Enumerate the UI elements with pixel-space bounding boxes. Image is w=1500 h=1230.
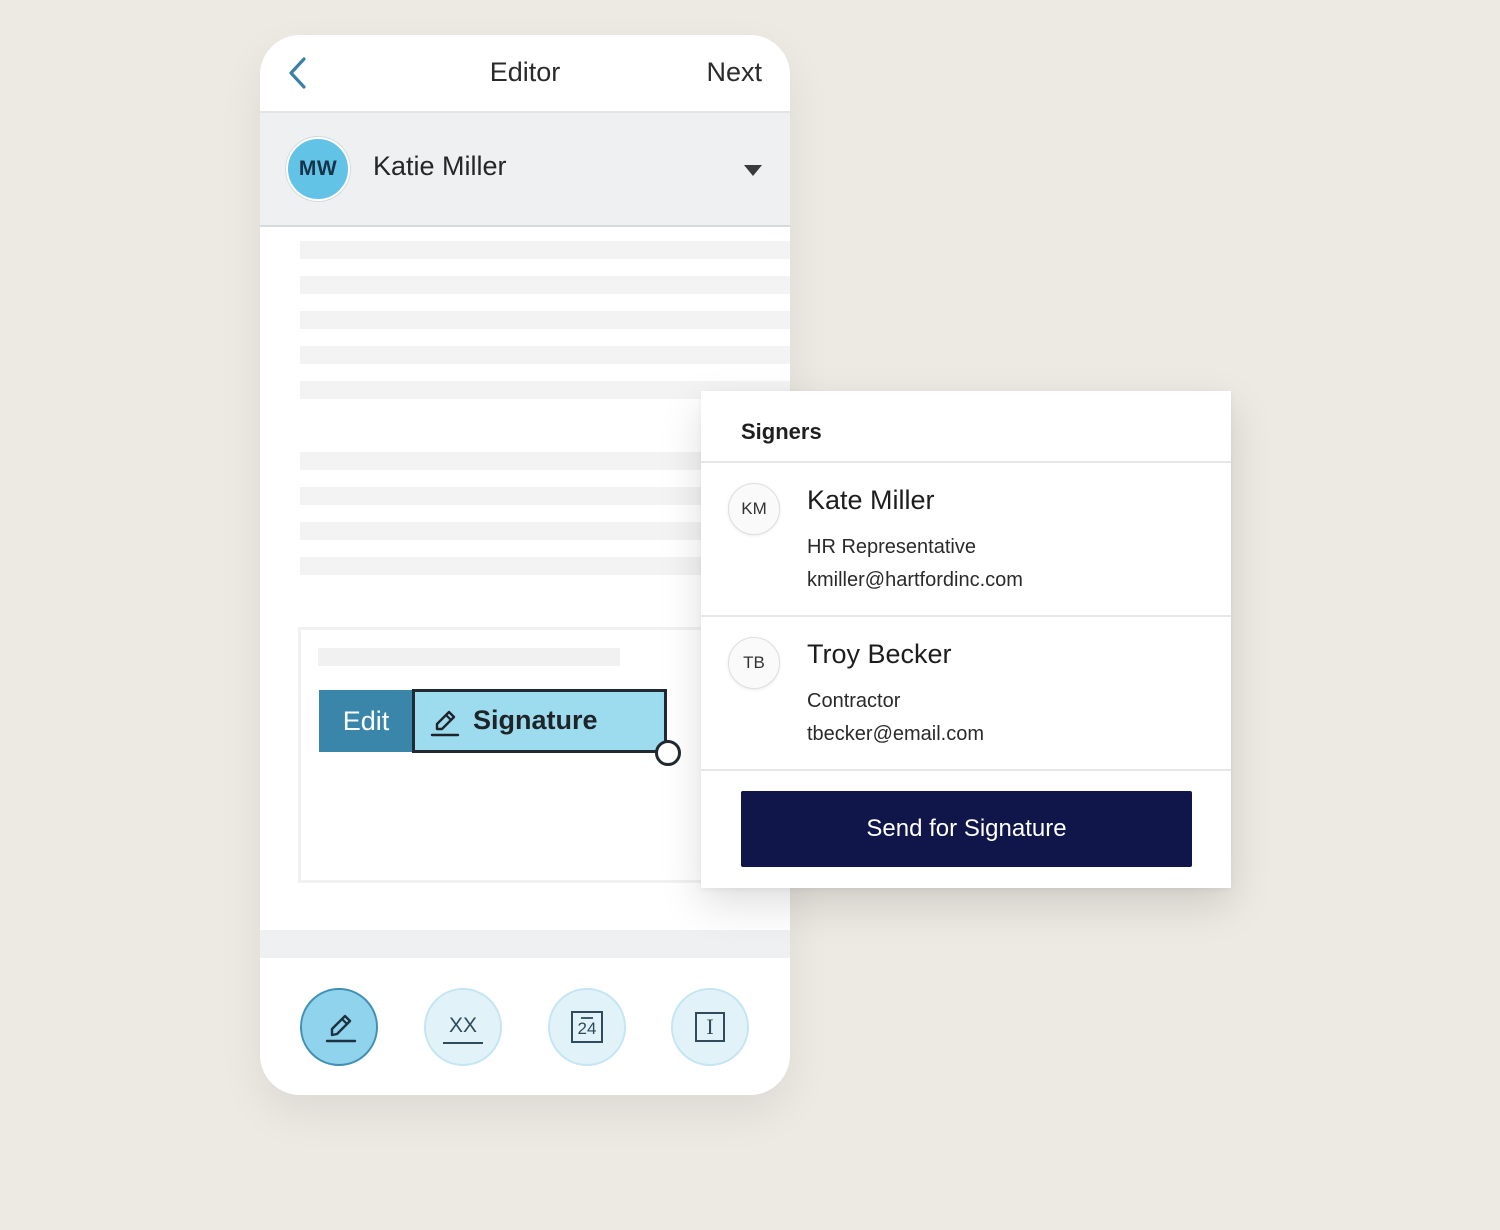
text-tool-button[interactable]: I [671, 988, 749, 1066]
document-line [318, 648, 620, 666]
signer-row[interactable]: TB Troy Becker Contractor tbecker@email.… [701, 617, 1231, 767]
signature-pen-icon [325, 1014, 357, 1043]
signer-name: Troy Becker [807, 639, 952, 669]
signer-role: Contractor [807, 690, 901, 712]
signer-email: tbecker@email.com [807, 723, 985, 745]
recipient-selector[interactable]: MW Katie Miller [260, 113, 790, 227]
initials-tool-button[interactable]: XX [424, 988, 502, 1066]
divider [701, 769, 1231, 771]
underline-mark [443, 1042, 483, 1044]
document-line [300, 241, 790, 259]
signers-panel: Signers KM Kate Miller HR Representative… [701, 391, 1231, 888]
calendar-day-number: 24 [577, 1019, 597, 1038]
resize-handle[interactable] [655, 740, 681, 766]
signature-block [298, 627, 768, 883]
date-tool-button[interactable]: 24 [548, 988, 626, 1066]
recipient-name: Katie Miller [373, 151, 507, 181]
panel-title: Signers [741, 419, 822, 444]
signature-label: Signature [473, 705, 598, 735]
pen-icon [430, 710, 460, 737]
avatar: MW [286, 137, 350, 201]
signer-name: Kate Miller [807, 485, 935, 515]
signature-field[interactable]: Signature [412, 689, 667, 753]
editor-header: Editor Next [260, 35, 790, 113]
edit-button[interactable]: Edit [319, 690, 413, 752]
next-button[interactable]: Next [706, 57, 762, 88]
signer-row[interactable]: KM Kate Miller HR Representative kmiller… [701, 463, 1231, 613]
signature-tool-button[interactable] [300, 988, 378, 1066]
caret-down-icon [744, 165, 762, 176]
signer-role: HR Representative [807, 536, 976, 558]
avatar: TB [728, 637, 780, 689]
signer-email: kmiller@hartfordinc.com [807, 569, 1023, 591]
avatar: KM [728, 483, 780, 535]
toolbar-divider [260, 930, 790, 958]
document-line [300, 346, 790, 364]
document-line [300, 276, 790, 294]
text-cursor-glyph: I [706, 1014, 714, 1039]
send-for-signature-button[interactable]: Send for Signature [741, 791, 1192, 867]
document-line [300, 311, 790, 329]
